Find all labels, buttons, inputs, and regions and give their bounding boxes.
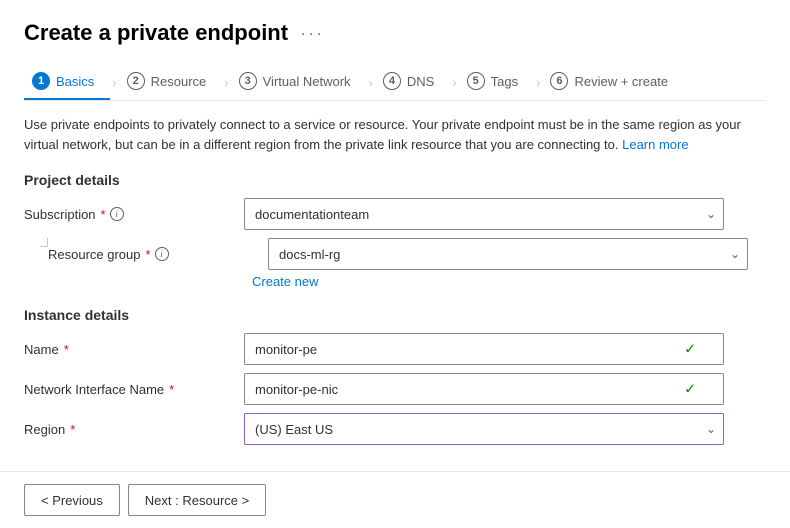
tab-review-create[interactable]: 6 Review + create (542, 64, 684, 100)
tab-num-resource: 2 (127, 72, 145, 90)
resource-group-content: Resource group * i docs-ml-rg ⌄ (48, 238, 766, 289)
project-details-heading: Project details (24, 172, 766, 188)
subscription-control: documentationteam ⌄ (244, 198, 766, 230)
nic-control: monitor-pe-nic (244, 373, 766, 405)
instance-details-section: Instance details Name * monitor-pe (24, 307, 766, 445)
tab-tags[interactable]: 5 Tags (459, 64, 534, 100)
name-select-wrapper: monitor-pe (244, 333, 724, 365)
rg-required: * (146, 247, 151, 262)
rg-control: docs-ml-rg ⌄ (268, 238, 766, 270)
region-row: Region * (US) East US ⌄ (24, 413, 766, 445)
tab-num-review: 6 (550, 72, 568, 90)
subscription-label: Subscription * i (24, 207, 244, 222)
subscription-select-wrapper: documentationteam ⌄ (244, 198, 724, 230)
create-new-link[interactable]: Create new (252, 274, 318, 289)
resource-group-select[interactable]: docs-ml-rg (268, 238, 748, 270)
subscription-info-icon[interactable]: i (110, 207, 124, 221)
tab-basics[interactable]: 1 Basics (24, 64, 110, 100)
tab-num-vnet: 3 (239, 72, 257, 90)
tab-virtual-network[interactable]: 3 Virtual Network (231, 64, 367, 100)
tab-sep-5: › (536, 75, 540, 90)
nic-label: Network Interface Name * (24, 382, 244, 397)
instance-details-heading: Instance details (24, 307, 766, 323)
name-required: * (64, 342, 69, 357)
tab-num-basics: 1 (32, 72, 50, 90)
subscription-row: Subscription * i documentationteam ⌄ (24, 198, 766, 230)
rg-select-wrapper: docs-ml-rg ⌄ (268, 238, 748, 270)
wizard-tabs: 1 Basics › 2 Resource › 3 Virtual Networ… (24, 64, 766, 101)
tab-label-tags: Tags (491, 74, 518, 89)
region-select[interactable]: (US) East US (244, 413, 724, 445)
tab-label-dns: DNS (407, 74, 434, 89)
name-control: monitor-pe (244, 333, 766, 365)
region-select-wrapper: (US) East US ⌄ (244, 413, 724, 445)
tab-label-vnet: Virtual Network (263, 74, 351, 89)
name-row: Name * monitor-pe (24, 333, 766, 365)
tab-sep-1: › (112, 75, 116, 90)
subscription-required: * (101, 207, 106, 222)
tab-sep-2: › (224, 75, 228, 90)
nic-select-wrapper: monitor-pe-nic (244, 373, 724, 405)
tab-label-basics: Basics (56, 74, 94, 89)
page-title: Create a private endpoint (24, 20, 288, 46)
subscription-select[interactable]: documentationteam (244, 198, 724, 230)
info-description: Use private endpoints to privately conne… (24, 115, 764, 154)
resource-group-indent: Resource group * i docs-ml-rg ⌄ (24, 238, 766, 289)
create-new-container: Create new (252, 274, 766, 289)
tab-num-tags: 5 (467, 72, 485, 90)
tab-resource[interactable]: 2 Resource (119, 64, 223, 100)
tab-label-resource: Resource (151, 74, 207, 89)
nic-row: Network Interface Name * monitor-pe-nic (24, 373, 766, 405)
tab-dns[interactable]: 4 DNS (375, 64, 450, 100)
tab-num-dns: 4 (383, 72, 401, 90)
resource-group-row: Resource group * i docs-ml-rg ⌄ (48, 238, 766, 270)
learn-more-link[interactable]: Learn more (622, 137, 688, 152)
tab-sep-3: › (369, 75, 373, 90)
rg-info-icon[interactable]: i (155, 247, 169, 261)
nic-select[interactable]: monitor-pe-nic (244, 373, 724, 405)
next-button[interactable]: Next : Resource > (128, 484, 266, 516)
project-details-section: Project details Subscription * i documen… (24, 172, 766, 289)
footer: < Previous Next : Resource > (0, 471, 790, 528)
tab-label-review: Review + create (574, 74, 668, 89)
resource-group-label: Resource group * i (48, 247, 268, 262)
region-required: * (70, 422, 75, 437)
region-control: (US) East US ⌄ (244, 413, 766, 445)
tab-sep-4: › (452, 75, 456, 90)
nic-required: * (169, 382, 174, 397)
previous-button[interactable]: < Previous (24, 484, 120, 516)
ellipsis-menu[interactable]: ··· (300, 23, 324, 44)
name-select[interactable]: monitor-pe (244, 333, 724, 365)
region-label: Region * (24, 422, 244, 437)
name-label: Name * (24, 342, 244, 357)
